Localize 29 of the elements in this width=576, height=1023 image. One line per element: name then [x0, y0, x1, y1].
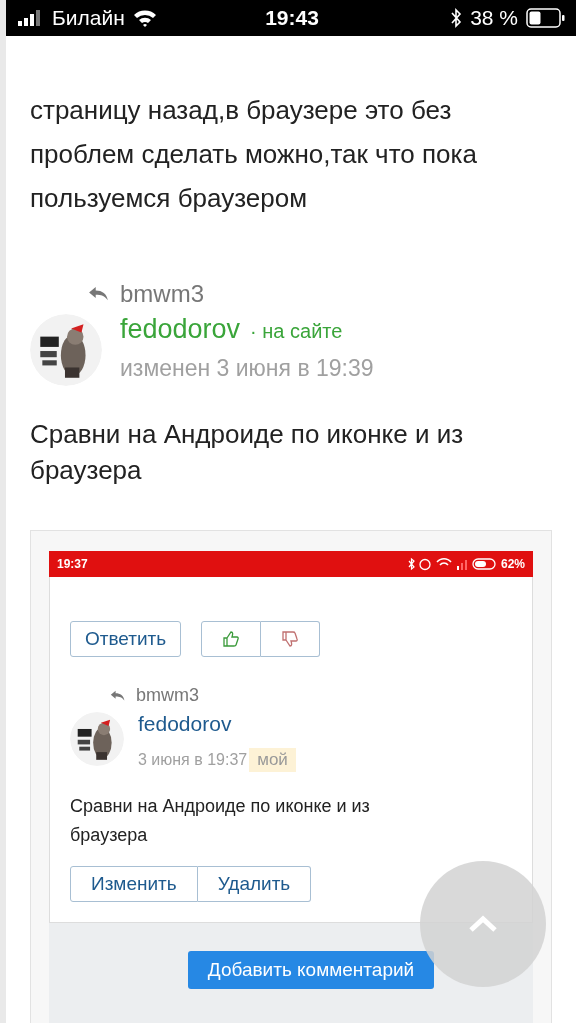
comment-date: изменен 3 июня в 19:39: [120, 355, 374, 382]
comment-text: Сравни на Андроиде по иконке и из браузера: [70, 795, 371, 847]
battery-percent: 38 %: [470, 6, 518, 30]
battery-percent: 62%: [500, 557, 525, 571]
reply-to-link[interactable]: bmwm3: [136, 685, 199, 706]
reply-arrow-icon: [88, 286, 110, 302]
reply-to-link[interactable]: bmwm3: [120, 280, 204, 308]
comment-date: 3 июня в 19:37: [138, 751, 248, 769]
reply-button[interactable]: Ответить: [70, 621, 182, 657]
carrier-name: Билайн: [52, 6, 125, 30]
author-name[interactable]: fedodorov: [138, 712, 296, 736]
battery-icon: [526, 8, 566, 28]
thumbs-up-icon: [222, 630, 241, 648]
chevron-up-icon: [468, 915, 498, 933]
delete-button[interactable]: Удалить: [197, 866, 312, 902]
clock: 19:37: [57, 557, 89, 571]
bluetooth-icon: [450, 8, 463, 28]
add-comment-button[interactable]: Добавить комментарий: [187, 951, 435, 989]
wifi-icon: [132, 9, 157, 27]
like-button[interactable]: [201, 621, 262, 657]
comment-text: Сравни на Андроиде по иконке и из браузера: [30, 418, 465, 487]
edit-button[interactable]: Изменить: [70, 866, 198, 902]
reply-arrow-icon: [110, 689, 126, 702]
thumbs-down-icon: [281, 630, 300, 648]
dislike-button[interactable]: [261, 621, 321, 657]
own-comment-tag: мой: [249, 748, 296, 772]
online-status: · на сайте: [250, 320, 343, 343]
post-text: страницу назад,в браузере это без проблем сделать можно,так что пока пользуемся браузером: [29, 94, 478, 215]
clock: 19:43: [265, 6, 319, 30]
